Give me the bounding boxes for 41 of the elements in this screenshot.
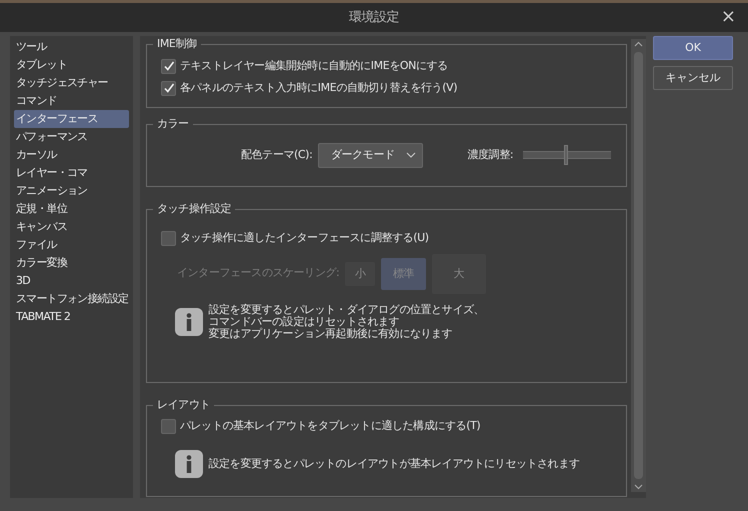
checkbox[interactable] (161, 58, 176, 74)
checkbox[interactable] (161, 80, 176, 96)
sidebar-item[interactable]: TABMATE 2 (14, 308, 129, 326)
group-title: タッチ操作設定 (153, 200, 236, 216)
sidebar-item[interactable]: タブレット (14, 56, 129, 74)
sidebar-item[interactable]: 定規・単位 (14, 200, 129, 218)
sidebar-item[interactable]: タッチジェスチャー (14, 74, 129, 92)
sidebar-item[interactable]: レイヤー・コマ (14, 164, 129, 182)
info-icon (175, 450, 203, 478)
sidebar-item[interactable]: カラー変換 (14, 254, 129, 272)
info-text: 設定を変更するとパレット・ダイアログの位置とサイズ、 コマンドバーの設定はリセットされます 変更はアプリケーション再起動後に有効になります (208, 304, 484, 340)
group-title: レイアウト (153, 396, 214, 412)
checkbox[interactable] (161, 419, 176, 434)
close-button[interactable]: × (716, 5, 740, 29)
window-title: 環境設定 (348, 8, 400, 27)
sidebar-item[interactable]: パフォーマンス (14, 128, 129, 146)
sidebar-item[interactable]: アニメーション (14, 182, 129, 200)
sidebar-item[interactable]: キャンバス (14, 218, 129, 236)
slider-thumb[interactable] (564, 145, 568, 166)
info-text: 設定を変更するとパレットのレイアウトが基本レイアウトにリセットされます (208, 458, 580, 470)
checkbox-label: パレットの基本レイアウトをタブレットに適した構成にする(T) (180, 418, 480, 434)
checkbox-label: テキストレイヤー編集開始時に自動的にIMEをONにする (180, 58, 448, 74)
sidebar-item[interactable]: ツール (14, 38, 129, 56)
field-label: 濃度調整: (467, 147, 514, 163)
checkbox[interactable] (161, 231, 176, 246)
ok-button[interactable]: OK (653, 36, 733, 60)
cancel-button[interactable]: キャンセル (653, 66, 733, 90)
sidebar-item[interactable]: ファイル (14, 236, 129, 254)
theme-dropdown[interactable]: ダークモード (318, 143, 424, 168)
sidebar-item[interactable]: コマンド (14, 92, 129, 110)
info-icon (175, 308, 203, 336)
field-label: インターフェースのスケーリング: (177, 265, 340, 282)
checkbox-label: 各パネルのテキスト入力時にIMEの自動切り替えを行う(V) (180, 80, 458, 96)
sidebar-item[interactable]: 3D (14, 272, 129, 290)
checkbox-label: タッチ操作に適したインターフェースに調整する(U) (180, 230, 429, 246)
caret-icon (406, 152, 416, 158)
scrollbar[interactable] (631, 39, 646, 492)
sidebar-item[interactable]: インターフェース (14, 110, 129, 128)
field-label: 配色テーマ(C): (241, 147, 312, 163)
sidebar-item[interactable]: カーソル (14, 146, 129, 164)
sidebar-item[interactable]: スマートフォン接続設定 (14, 290, 129, 308)
